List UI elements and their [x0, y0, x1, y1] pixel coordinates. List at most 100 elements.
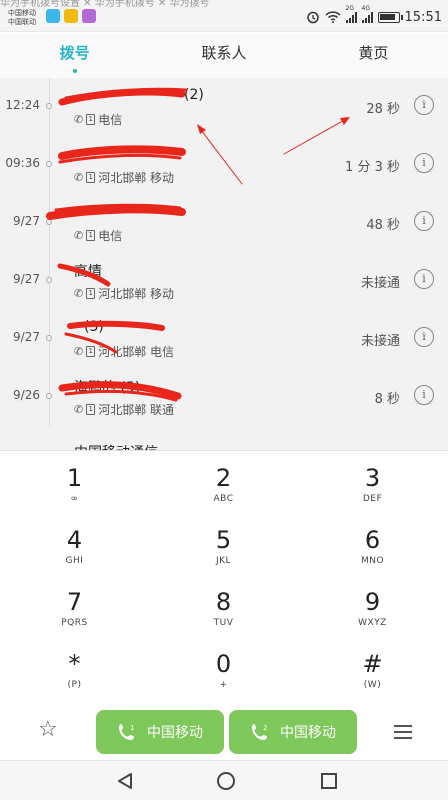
call-duration: 28 秒	[366, 102, 400, 117]
key-3[interactable]: 3 DEF	[298, 451, 447, 513]
sim-1-icon: 1	[86, 230, 96, 241]
info-icon[interactable]: i	[414, 385, 434, 405]
key-9[interactable]: 9 WXYZ	[298, 575, 447, 637]
phone-icon: ✆	[74, 171, 84, 184]
signal-4g-icon: 4G	[361, 5, 373, 23]
call-duration: 48 秒	[366, 218, 400, 233]
caller-location: 河北邯郸 联通	[98, 403, 175, 417]
svg-text:1: 1	[130, 724, 134, 732]
phone-icon: ✆	[74, 113, 84, 126]
menu-icon[interactable]	[394, 725, 412, 743]
call-log-item[interactable]: 9/27 ✆ 1 电信 48 秒 i	[0, 194, 448, 252]
timeline-dot	[46, 277, 52, 283]
call-log-item[interactable]: 09:36 ✆ 1 河北邯郸 移动 1 分 3 秒 i	[0, 136, 448, 194]
key-hash[interactable]: # (W)	[298, 637, 447, 699]
voicemail-icon: ∞	[70, 494, 79, 504]
phone-sim1-icon: 1	[119, 724, 134, 740]
star-icon[interactable]: ☆	[38, 719, 58, 741]
dial-keypad: 1 ∞ 2 ABC 3 DEF 4 GHI 5 JKL 6 MNO 7 PQRS 8 TUV 9…	[0, 450, 448, 698]
tab-contacts[interactable]: 联系人	[149, 33, 298, 77]
call-sim2-label: 中国移动	[280, 725, 336, 741]
call-time: 9/27	[13, 272, 40, 286]
call-log-item[interactable]: 9/26 海鹏的 (5) ✆ 1 河北邯郸 联通 8 秒 i	[0, 368, 448, 426]
key-4[interactable]: 4 GHI	[0, 513, 149, 575]
call-sim1-button[interactable]: 1 中国移动	[96, 710, 224, 754]
caller-name-partial: 中国移动通信	[74, 442, 158, 450]
notes-app-icon	[64, 9, 78, 23]
caller-location: 河北邯郸 移动	[98, 287, 175, 301]
info-icon[interactable]: i	[414, 153, 434, 173]
moon-app-icon	[46, 9, 60, 23]
key-0[interactable]: 0 +	[149, 637, 298, 699]
sim-1-icon: 1	[86, 404, 96, 415]
tab-bar: 拨号 联系人 黄页	[0, 33, 448, 77]
key-5[interactable]: 5 JKL	[149, 513, 298, 575]
info-icon[interactable]: i	[414, 269, 434, 289]
call-time: 09:36	[5, 156, 40, 170]
call-log-item[interactable]: 9/27 高情 ✆ 1 河北邯郸 移动 未接通 i	[0, 252, 448, 310]
carrier-1: 中国移动	[8, 9, 36, 17]
caller-name: 海鹏的 (5)	[74, 380, 141, 396]
key-8[interactable]: 8 TUV	[149, 575, 298, 637]
timeline-dot	[46, 219, 52, 225]
timeline-dot	[46, 393, 52, 399]
recents-icon[interactable]	[321, 773, 337, 789]
sim-1-icon: 1	[86, 346, 96, 357]
timeline-dot	[46, 335, 52, 341]
sim-1-icon: 1	[86, 114, 96, 125]
call-log-item[interactable]: 12:24 (2) ✆ 1 电信 28 秒 i	[0, 78, 448, 136]
tab-dialer[interactable]: 拨号	[0, 33, 149, 77]
caller-location: 河北邯郸 移动	[98, 171, 175, 185]
signal-2g-icon: 2G	[345, 5, 357, 23]
call-duration: 1 分 3 秒	[345, 160, 400, 175]
back-icon[interactable]	[116, 772, 134, 790]
home-icon[interactable]	[217, 772, 235, 790]
phone-icon: ✆	[74, 403, 84, 416]
key-2[interactable]: 2 ABC	[149, 451, 298, 513]
phone-sim2-icon: 2	[252, 724, 267, 740]
battery-icon	[377, 11, 403, 23]
info-icon[interactable]: i	[414, 327, 434, 347]
sim-1-icon: 1	[86, 172, 96, 183]
call-time: 9/27	[13, 214, 40, 228]
call-log-item[interactable]: 9/27 (3) ✆ 1 河北邯郸 电信 未接通 i	[0, 310, 448, 368]
svg-text:2: 2	[263, 724, 267, 732]
key-6[interactable]: 6 MNO	[298, 513, 447, 575]
carrier-labels: 中国移动 中国联动	[8, 9, 36, 27]
gallery-app-icon	[82, 9, 96, 23]
caller-name: (3)	[84, 319, 104, 335]
phone-icon: ✆	[74, 229, 84, 242]
status-bar: 华为手机拨号设置 ✕ 华为手机拨号 ✕ 华为拨号 中国移动 中国联动 2G 4G…	[0, 0, 448, 32]
call-time: 9/26	[13, 388, 40, 402]
call-duration: 8 秒	[374, 392, 400, 407]
key-1[interactable]: 1 ∞	[0, 451, 149, 513]
caller-location: 河北邯郸 电信	[98, 345, 175, 359]
timeline-dot	[46, 161, 52, 167]
carrier-2: 中国联动	[8, 18, 36, 26]
info-icon[interactable]: i	[414, 95, 434, 115]
tab-yellow-pages[interactable]: 黄页	[299, 33, 448, 77]
caller-location: 电信	[98, 229, 123, 243]
call-time: 9/27	[13, 330, 40, 344]
phone-icon: ✆	[74, 287, 84, 300]
call-duration: 未接通	[360, 334, 400, 349]
wifi-icon	[325, 11, 341, 23]
call-sim1-label: 中国移动	[147, 725, 203, 741]
sim-1-icon: 1	[86, 288, 96, 299]
call-duration: 未接通	[360, 276, 400, 291]
key-7[interactable]: 7 PQRS	[0, 575, 149, 637]
call-log-list[interactable]: 12:24 (2) ✆ 1 电信 28 秒 i 09:36 ✆ 1 河北邯郸 移动 1 …	[0, 78, 448, 450]
info-icon[interactable]: i	[414, 211, 434, 231]
caller-name: 高情	[74, 264, 102, 280]
caller-name: (2)	[184, 87, 204, 103]
call-sim2-button[interactable]: 2 中国移动	[229, 710, 357, 754]
key-star[interactable]: * (P)	[0, 637, 149, 699]
caller-location: 电信	[98, 113, 123, 127]
clock: 15:51	[404, 9, 442, 25]
call-time: 12:24	[5, 98, 40, 112]
call-actions-bar: ☆ 1 中国移动 2 中国移动	[0, 698, 448, 760]
timeline-dot	[46, 103, 52, 109]
phone-icon: ✆	[74, 345, 84, 358]
navigation-bar	[0, 760, 448, 800]
alarm-icon	[306, 11, 319, 24]
